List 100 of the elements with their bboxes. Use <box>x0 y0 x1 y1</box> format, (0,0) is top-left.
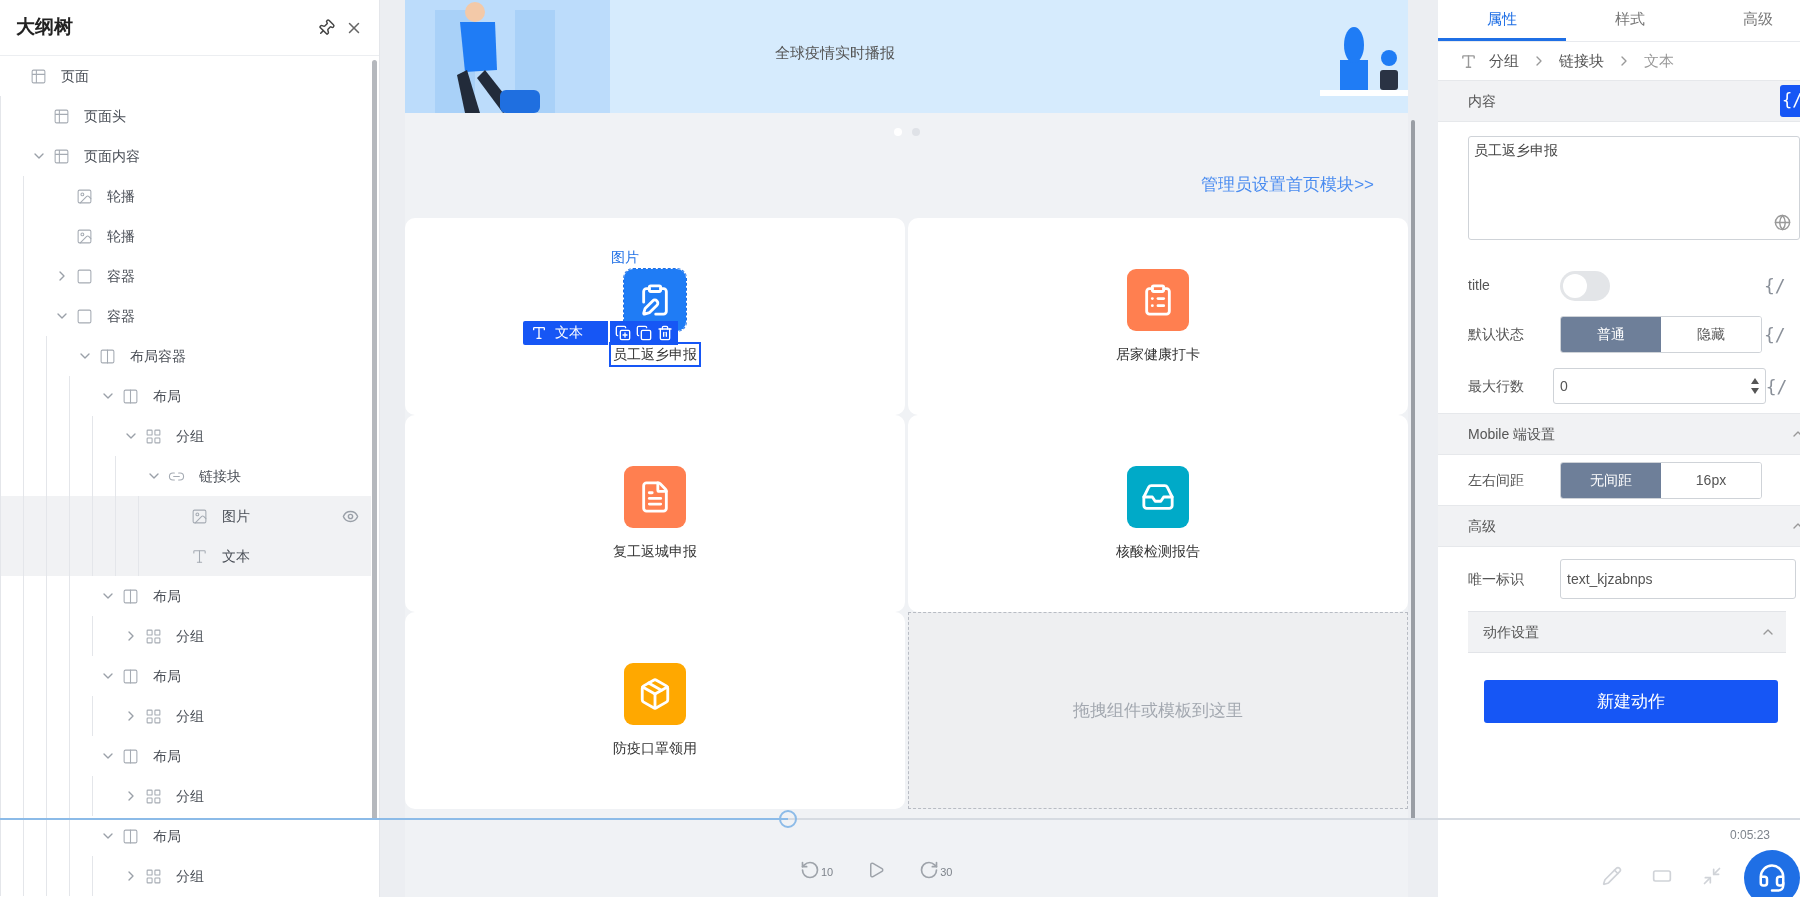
progress-knob[interactable] <box>779 810 798 828</box>
breadcrumb-item[interactable]: 分组 <box>1489 49 1519 73</box>
image-icon <box>76 187 93 205</box>
tree-item[interactable]: 分组 <box>0 696 371 736</box>
panel-title: 大纲树 <box>16 15 74 40</box>
text-icon <box>1460 52 1477 70</box>
tree-item[interactable]: 图片 <box>0 496 371 536</box>
tree-item[interactable]: 布局 <box>0 656 371 696</box>
scrollbar[interactable] <box>372 60 377 820</box>
toggle-switch[interactable] <box>1560 270 1610 301</box>
tree-label: 布局 <box>153 826 181 846</box>
image-icon <box>191 507 208 525</box>
table-icon <box>53 147 70 165</box>
tree-item[interactable]: 分组 <box>0 856 371 896</box>
tree-label: 轮播 <box>107 186 135 206</box>
new-action-button[interactable]: 新建动作 <box>1484 680 1778 723</box>
tile-label: 复工返城申报 <box>612 541 698 561</box>
tree-item[interactable]: 轮播 <box>0 216 371 256</box>
field-label: 默认状态 <box>1468 324 1525 344</box>
globe-icon[interactable] <box>1774 214 1791 231</box>
id-input[interactable]: text_kjzabnps <box>1560 559 1796 599</box>
add-icon[interactable] <box>615 324 631 341</box>
minimize-icon[interactable] <box>1702 866 1722 886</box>
play-icon[interactable] <box>867 861 886 879</box>
panel-tab[interactable]: 样式 <box>1566 0 1694 41</box>
segment-option[interactable]: 无间距 <box>1561 462 1661 498</box>
forward-icon <box>919 860 940 880</box>
up-icon[interactable] <box>1750 378 1759 384</box>
tree-item[interactable]: 布局 <box>0 576 371 616</box>
grid-icon <box>145 627 162 645</box>
tree-item[interactable]: 分组 <box>0 616 371 656</box>
text-icon <box>191 547 208 565</box>
tree-label: 布局 <box>153 386 181 406</box>
rewind-button[interactable]: 10 <box>800 860 834 880</box>
columns-icon <box>122 587 139 605</box>
tree-item[interactable]: 页面头 <box>0 96 371 136</box>
tile-card[interactable]: 图片 文本 员工返乡申报 <box>405 218 905 415</box>
tile-card[interactable]: 居家健康打卡 <box>908 218 1408 415</box>
grid-icon <box>145 707 162 725</box>
down-icon[interactable] <box>1750 388 1759 394</box>
rewind-icon <box>800 860 820 880</box>
text-icon <box>531 324 547 341</box>
tree-item[interactable]: 布局 <box>0 736 371 776</box>
tree-item[interactable]: 布局 <box>0 376 371 416</box>
tile-label: 居家健康打卡 <box>1115 344 1201 364</box>
content-textarea[interactable]: 员工返乡申报 <box>1468 136 1800 240</box>
tree-label: 分组 <box>176 786 204 806</box>
columns-icon <box>122 827 139 845</box>
action-settings-header[interactable]: 动作设置 <box>1468 611 1786 653</box>
banner-subtitle: 全球疫情实时播报 <box>775 43 895 63</box>
tree-label: 链接块 <box>199 466 241 486</box>
breadcrumb-item: 文本 <box>1644 50 1674 71</box>
tile-label: 核酸检测报告 <box>1115 541 1201 561</box>
tree-item[interactable]: 页面内容 <box>0 136 371 176</box>
copy-icon[interactable] <box>636 324 652 341</box>
tile-card[interactable]: 核酸检测报告 <box>908 415 1408 612</box>
tree-item[interactable]: 页面 <box>0 56 371 96</box>
pencil-icon[interactable] <box>1602 866 1622 886</box>
panel-tab[interactable]: 高级 <box>1694 0 1800 41</box>
panel-tab[interactable]: 属性 <box>1438 0 1566 41</box>
segment-option[interactable]: 普通 <box>1561 316 1661 352</box>
square-icon <box>76 307 93 325</box>
grid-icon <box>145 787 162 805</box>
tree-item[interactable]: 布局容器 <box>0 336 371 376</box>
tree-item[interactable]: 容器 <box>0 256 371 296</box>
tree-label: 布局容器 <box>130 346 186 366</box>
text-tag[interactable]: 文本 <box>523 320 608 345</box>
tree-label: 页面内容 <box>84 146 140 166</box>
canvas-scrollbar[interactable] <box>1411 120 1415 820</box>
forward-button[interactable]: 30 <box>919 860 953 880</box>
tree-label: 页面头 <box>84 106 126 126</box>
tile-card[interactable]: 复工返城申报 <box>405 415 905 612</box>
selection-label: 图片 <box>611 247 639 267</box>
section-header[interactable]: Mobile 端设置 <box>1438 413 1800 455</box>
tree-label: 分组 <box>176 426 204 446</box>
tree-item[interactable]: 分组 <box>0 776 371 816</box>
tree-label: 分组 <box>176 866 204 886</box>
tile-card[interactable]: 防疫口罩领用 <box>405 612 905 809</box>
tree-label: 布局 <box>153 666 181 686</box>
tree-label: 容器 <box>107 266 135 286</box>
table-icon <box>53 107 70 125</box>
field-label: 最大行数 <box>1468 376 1525 396</box>
delete-icon[interactable] <box>657 324 673 341</box>
tree-item[interactable]: 分组 <box>0 416 371 456</box>
tree-label: 分组 <box>176 626 204 646</box>
table-icon <box>30 67 47 85</box>
section-header[interactable]: 高级 <box>1438 505 1800 547</box>
breadcrumb-item[interactable]: 链接块 <box>1559 49 1604 73</box>
tree-item[interactable]: 文本 <box>0 536 371 576</box>
tile-label: 防疫口罩领用 <box>612 738 698 758</box>
tree-item[interactable]: 轮播 <box>0 176 371 216</box>
tree-label: 布局 <box>153 586 181 606</box>
tree-label: 轮播 <box>107 226 135 246</box>
tree-item[interactable]: 容器 <box>0 296 371 336</box>
tree-label: 容器 <box>107 306 135 326</box>
number-input[interactable]: 0 <box>1553 368 1766 404</box>
square-icon <box>76 267 93 285</box>
tree-label: 图片 <box>222 506 250 526</box>
field-label: title <box>1468 276 1491 295</box>
tree-label: 文本 <box>222 546 250 566</box>
